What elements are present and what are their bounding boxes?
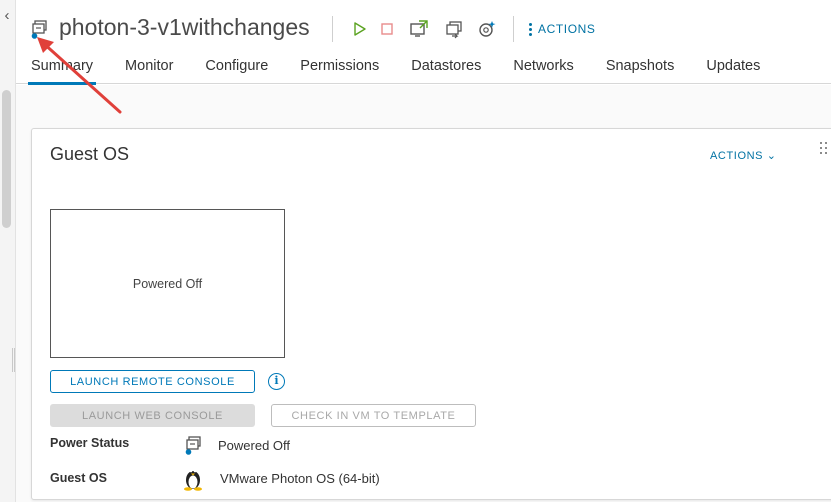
- navigator-scrollbar[interactable]: [2, 90, 11, 228]
- snapshot-icon[interactable]: [477, 19, 497, 39]
- guest-os-label: Guest OS: [50, 471, 107, 485]
- vm-title: photon-3-v1withchanges: [59, 14, 310, 40]
- info-icon[interactable]: i: [268, 373, 285, 390]
- tab-bar: Summary Monitor Configure Permissions Da…: [27, 58, 792, 85]
- vm-powered-off-icon: [31, 20, 47, 39]
- collapse-navigator-icon[interactable]: ‹: [0, 6, 14, 26]
- header-actions-button[interactable]: ACTIONS: [529, 21, 596, 37]
- tab-updates[interactable]: Updates: [706, 58, 760, 84]
- card-actions-button[interactable]: ACTIONS ⌄: [710, 149, 777, 162]
- resize-handle[interactable]: [12, 348, 15, 372]
- launch-web-console-button[interactable]: LAUNCH WEB CONSOLE: [50, 404, 255, 427]
- card-title: Guest OS: [50, 144, 130, 164]
- vm-powered-off-icon: [185, 436, 201, 455]
- migrate-icon[interactable]: [444, 19, 464, 39]
- tab-configure[interactable]: Configure: [205, 58, 268, 84]
- power-status-value: Powered Off: [218, 438, 291, 453]
- divider: [332, 16, 333, 42]
- tab-datastores[interactable]: Datastores: [411, 58, 481, 84]
- tab-monitor[interactable]: Monitor: [125, 58, 173, 84]
- tab-snapshots[interactable]: Snapshots: [606, 58, 675, 84]
- header-actions-label: ACTIONS: [538, 22, 596, 36]
- check-in-template-button[interactable]: CHECK IN VM TO TEMPLATE: [271, 404, 476, 427]
- guest-os-card: Guest OS ACTIONS ⌄ Powered Off LAUNCH RE…: [31, 128, 831, 500]
- drag-handle-icon[interactable]: [820, 142, 830, 154]
- launch-remote-console-button[interactable]: LAUNCH REMOTE CONSOLE: [50, 370, 255, 393]
- left-navigator-rail: ‹: [0, 0, 16, 502]
- console-state: Powered Off: [132, 277, 203, 291]
- divider: [513, 16, 514, 42]
- power-status-label: Power Status: [50, 436, 130, 450]
- object-header: photon-3-v1withchanges ACTIONS Summary M…: [16, 0, 831, 85]
- guest-os-value: VMware Photon OS (64-bit): [220, 471, 380, 486]
- launch-console-icon[interactable]: [409, 19, 429, 39]
- tab-summary[interactable]: Summary: [27, 58, 97, 85]
- chevron-down-icon: ⌄: [766, 150, 777, 162]
- power-on-icon[interactable]: [349, 19, 369, 39]
- tab-permissions[interactable]: Permissions: [300, 58, 379, 84]
- console-thumbnail[interactable]: Powered Off: [50, 209, 285, 358]
- power-off-icon[interactable]: [377, 19, 397, 39]
- tab-networks[interactable]: Networks: [513, 58, 573, 84]
- linux-tux-icon: [184, 469, 202, 491]
- summary-content: Guest OS ACTIONS ⌄ Powered Off LAUNCH RE…: [16, 85, 831, 502]
- more-vertical-icon: [529, 22, 532, 36]
- card-actions-label: ACTIONS: [710, 150, 764, 162]
